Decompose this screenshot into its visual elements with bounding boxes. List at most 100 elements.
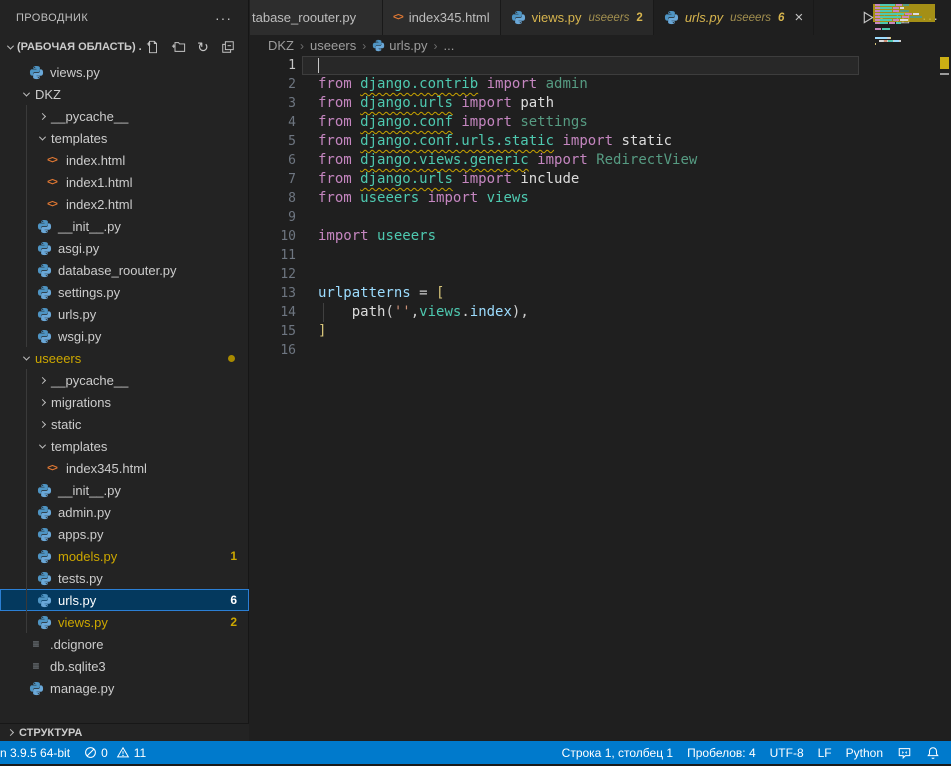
indent-guide [26,105,27,347]
python-file-icon [36,615,52,630]
tree-item-__pycache__[interactable]: __pycache__ [0,105,249,127]
code-line-12: 12 [250,265,951,284]
problems-status[interactable]: 0 11 [77,741,153,764]
text-cursor [318,58,319,73]
tab-index345.html[interactable]: <>index345.html [383,0,501,35]
status-bar-left: n 3.9.5 64-bit 0 11 [0,741,153,764]
tab-views.py[interactable]: views.pyuseeers2 [501,0,654,35]
refresh-icon[interactable]: ↻ [195,39,211,55]
tree-item-asgi.py[interactable]: asgi.py [0,237,249,259]
code-line-7: 7from django.urls import include [250,170,951,189]
tree-item-index1.html[interactable]: <>index1.html [0,171,249,193]
tree-item-tests.py[interactable]: tests.py [0,567,249,589]
problems-badge: 2 [230,615,237,629]
tree-item-label: tests.py [58,571,103,586]
code-line-text: from django.urls import include [318,170,579,189]
tree-item-.dcignore[interactable]: ≡.dcignore [0,633,249,655]
encoding-status[interactable]: UTF-8 [763,741,811,764]
language-mode-status[interactable]: Python [839,741,890,764]
minimap-line [875,10,909,12]
tree-item-label: asgi.py [58,241,99,256]
tree-item-urls.py[interactable]: urls.py6 [0,589,249,611]
python-file-icon [36,527,52,542]
collapse-all-icon[interactable] [220,39,236,55]
line-number: 5 [250,132,296,151]
minimap-line [875,13,919,15]
tree-item-manage.py[interactable]: manage.py [0,677,249,699]
breadcrumb-item-urls.py[interactable]: urls.py [372,38,427,53]
tree-item-index345.html[interactable]: <>index345.html [0,457,249,479]
chevron-down-icon [7,42,14,49]
tree-item-apps.py[interactable]: apps.py [0,523,249,545]
editor-group: tabase_roouter.py<>index345.htmlviews.py… [250,0,951,741]
python-file-icon [664,10,679,25]
tab-problems-badge: 6 [778,12,784,24]
indentation-status[interactable]: Пробелов: 4 [680,741,763,764]
workspace-label: (РАБОЧАЯ ОБЛАСТЬ) ... [17,41,141,53]
tree-item-db.sqlite3[interactable]: ≡db.sqlite3 [0,655,249,677]
minimap[interactable] [873,1,935,121]
tree-item-useeers[interactable]: useeers [0,347,249,369]
minimap-line [875,22,901,24]
close-icon[interactable]: × [794,10,803,25]
breadcrumb-item-DKZ[interactable]: DKZ [268,38,294,53]
tab-tabase_roouter.py[interactable]: tabase_roouter.py [250,0,383,35]
line-number: 9 [250,208,296,227]
tree-item-__init__.py[interactable]: __init__.py [0,215,249,237]
tree-item-migrations[interactable]: migrations [0,391,249,413]
tree-item-urls.py[interactable]: urls.py [0,303,249,325]
code-line-14: 14 path('',views.index), [250,303,951,322]
cursor-position-status[interactable]: Строка 1, столбец 1 [555,741,680,764]
python-interpreter-status[interactable]: n 3.9.5 64-bit [0,741,77,764]
breadcrumb-separator: › [300,39,304,53]
tree-item-admin.py[interactable]: admin.py [0,501,249,523]
eol-status[interactable]: LF [811,741,839,764]
tree-item-templates[interactable]: templates [0,435,249,457]
tree-item-label: wsgi.py [58,329,101,344]
tree-item-wsgi.py[interactable]: wsgi.py [0,325,249,347]
tree-item-__init__.py[interactable]: __init__.py [0,479,249,501]
code-editor[interactable]: 12from django.contrib import admin3from … [250,56,951,741]
minimap-line [875,4,909,6]
workspace-section-header[interactable]: (РАБОЧАЯ ОБЛАСТЬ) ... ↻ [0,35,248,59]
explorer-more-actions-icon[interactable]: ··· [215,10,232,26]
overview-warning-mark [940,66,949,69]
line-number: 13 [250,284,296,303]
notifications-bell-icon[interactable] [919,741,947,764]
new-file-icon[interactable] [145,39,161,55]
tree-item-DKZ[interactable]: DKZ [0,83,249,105]
tree-item-label: urls.py [58,593,96,608]
code-line-8: 8from useeers import views [250,189,951,208]
minimap-line [875,40,901,42]
new-folder-icon[interactable] [170,39,186,55]
tree-item-views.py[interactable]: views.py 2 [0,611,249,633]
breadcrumb-item-...[interactable]: ... [444,38,455,53]
tree-item-index2.html[interactable]: <>index2.html [0,193,249,215]
plain-file-icon: ≡ [28,659,44,673]
outline-section-header[interactable]: СТРУКТУРА [0,723,249,741]
tree-item-templates[interactable]: templates [0,127,249,149]
tree-item-index.html[interactable]: <>index.html [0,149,249,171]
tree-item-label: database_roouter.py [58,263,177,278]
tree-item-label: views.py [58,615,108,630]
tree-item-database_roouter.py[interactable]: database_roouter.py [0,259,249,281]
tree-item-models.py[interactable]: models.py1 [0,545,249,567]
python-file-icon [372,39,385,52]
tree-item-__pycache__[interactable]: __pycache__ [0,369,249,391]
feedback-icon[interactable] [890,741,919,764]
tree-item-settings.py[interactable]: settings.py [0,281,249,303]
tree-item-label: models.py [58,549,117,564]
tree-item-views.py[interactable]: views.py [0,61,249,83]
line-number: 10 [250,227,296,246]
tree-item-label: settings.py [58,285,120,300]
python-file-icon [36,219,52,234]
tab-urls.py[interactable]: urls.pyuseeers6× [654,0,814,35]
line-number: 15 [250,322,296,341]
python-file-icon [36,505,52,520]
breadcrumb-item-useeers[interactable]: useeers [310,38,356,53]
overview-ruler[interactable] [935,0,951,685]
tree-item-static[interactable]: static [0,413,249,435]
python-file-icon [36,307,52,322]
tree-item-label: templates [51,439,107,454]
code-line-text: import useeers [318,227,436,246]
